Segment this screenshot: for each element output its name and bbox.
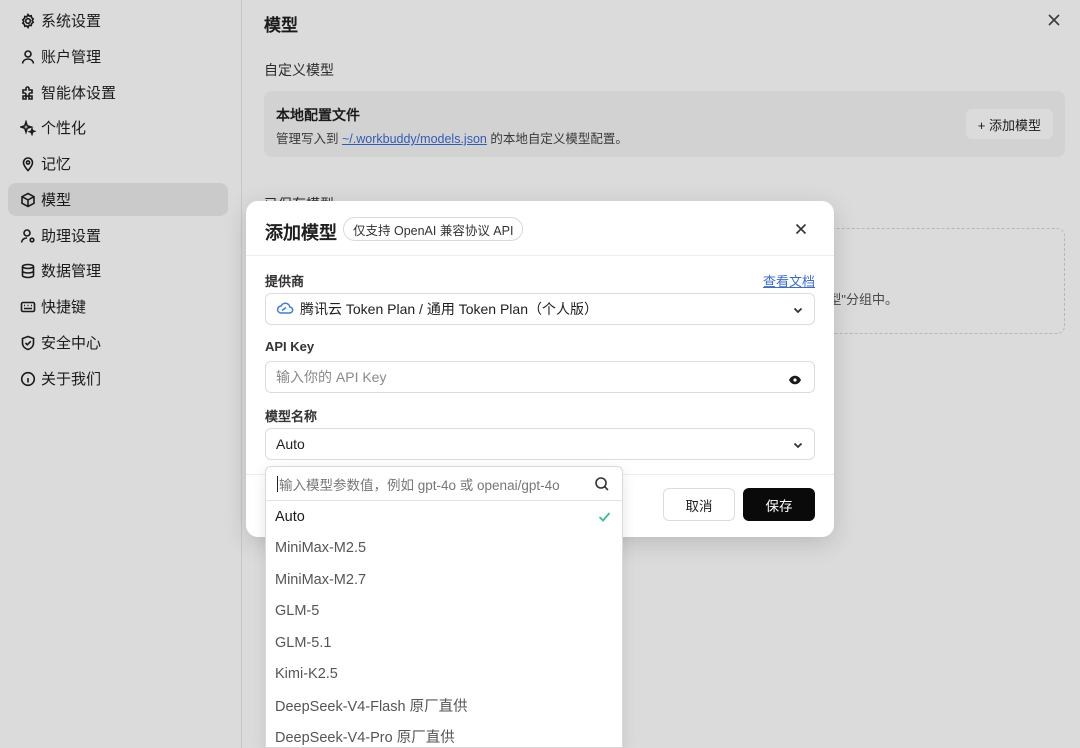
model-name-select[interactable]: Auto <box>265 428 815 460</box>
dropdown-option[interactable]: MiniMax-M2.5 <box>266 532 622 563</box>
text-cursor <box>277 475 278 492</box>
model-name-value: Auto <box>276 436 305 452</box>
dropdown-option[interactable]: Auto <box>266 501 622 532</box>
dialog-title: 添加模型 <box>265 223 337 243</box>
dropdown-option[interactable]: GLM-5.1 <box>266 627 622 658</box>
cancel-button[interactable]: 取消 <box>663 488 735 521</box>
dropdown-option[interactable]: DeepSeek-V4-Pro 原厂直供 <box>266 721 622 747</box>
provider-label: 提供商 <box>265 274 305 289</box>
dropdown-option[interactable]: MiniMax-M2.7 <box>266 564 622 595</box>
dropdown-option[interactable]: GLM-5 <box>266 595 622 626</box>
model-dropdown: 输入模型参数值，例如 gpt-4o 或 openai/gpt-4o Auto M… <box>265 466 623 748</box>
eye-icon[interactable] <box>788 372 802 385</box>
search-icon <box>594 476 610 492</box>
apikey-input[interactable]: 输入你的 API Key <box>265 361 815 393</box>
dropdown-option[interactable]: Kimi-K2.5 <box>266 658 622 689</box>
search-placeholder: 输入模型参数值，例如 gpt-4o 或 openai/gpt-4o <box>279 477 560 493</box>
model-search-input[interactable]: 输入模型参数值，例如 gpt-4o 或 openai/gpt-4o <box>266 467 622 501</box>
view-docs-link[interactable]: 查看文档 <box>763 271 815 290</box>
protocol-badge: 仅支持 OpenAI 兼容协议 API <box>343 217 524 241</box>
check-icon <box>597 509 612 524</box>
divider <box>246 255 834 256</box>
save-button[interactable]: 保存 <box>743 488 815 521</box>
dropdown-option[interactable]: DeepSeek-V4-Flash 原厂直供 <box>266 690 622 721</box>
cloud-icon <box>276 301 300 318</box>
close-icon[interactable] <box>794 222 808 236</box>
apikey-label: API Key <box>265 339 315 354</box>
option-label: Auto <box>275 508 305 525</box>
provider-select[interactable]: 腾讯云 Token Plan / 通用 Token Plan（个人版） <box>265 293 815 325</box>
apikey-placeholder: 输入你的 API Key <box>276 369 387 385</box>
chevron-down-icon <box>792 438 804 450</box>
chevron-down-icon <box>792 303 804 315</box>
model-name-label: 模型名称 <box>265 409 318 424</box>
provider-value: 腾讯云 Token Plan / 通用 Token Plan（个人版） <box>300 301 598 317</box>
